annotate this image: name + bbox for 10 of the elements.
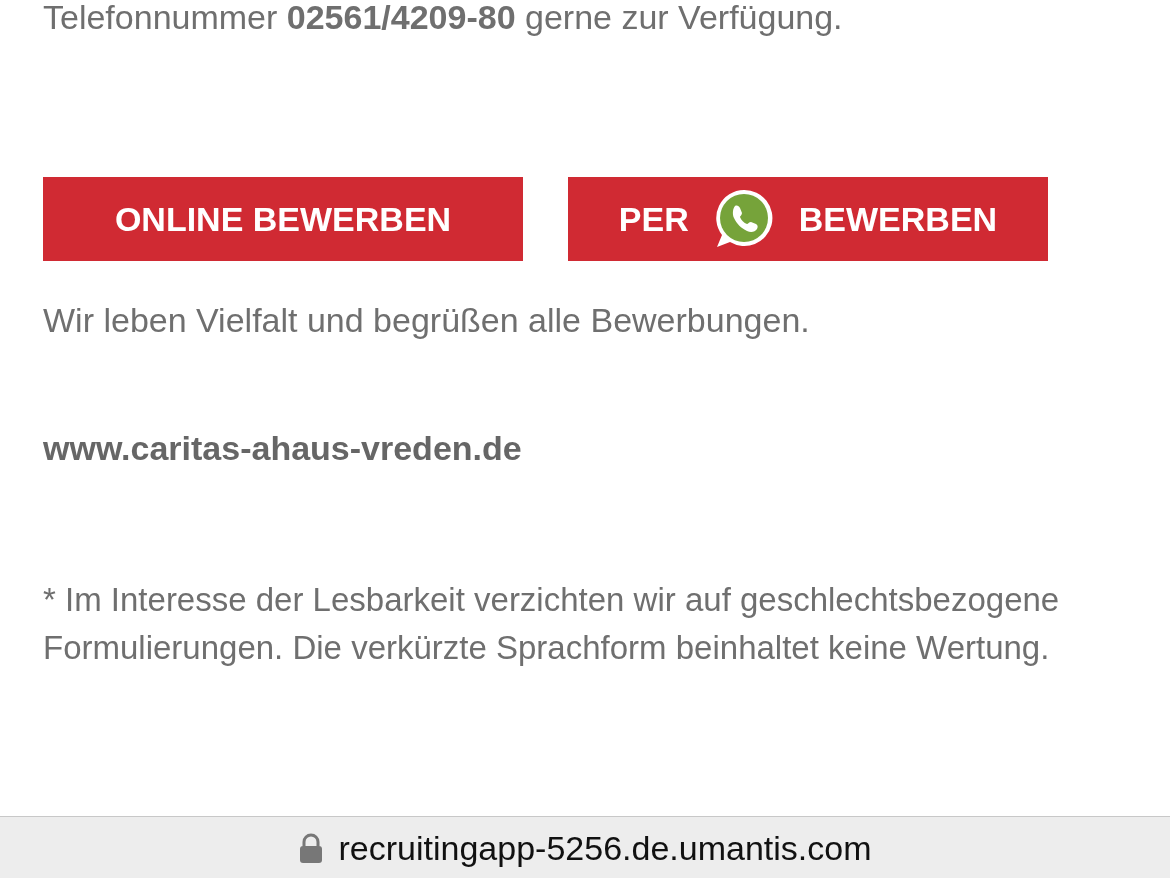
- apply-whatsapp-button[interactable]: PER BEWERBEN: [568, 177, 1048, 261]
- button-label: PER: [618, 198, 689, 240]
- website-link[interactable]: www.caritas-ahaus-vreden.de: [43, 428, 522, 468]
- diversity-text: Wir leben Vielfalt und begrüßen alle Bewerbungen.: [43, 300, 811, 340]
- footnote-text: * Im Interesse der Lesbarkeit verzichten wir auf geschlechtsbezogene Formulierungen. Die verkürzte Sprachform beinhaltet keine Wertung.: [43, 580, 1061, 668]
- url-text[interactable]: recruitingapp-5256.de.umantis.com: [338, 827, 872, 868]
- contact-text: Telefonnummer 02561/4209-80 gerne zur Verfügung.: [43, 0, 844, 37]
- button-label: BEWERBEN: [798, 198, 998, 240]
- lock-icon: [298, 832, 323, 863]
- apply-online-button[interactable]: ONLINE BEWERBEN: [43, 177, 523, 261]
